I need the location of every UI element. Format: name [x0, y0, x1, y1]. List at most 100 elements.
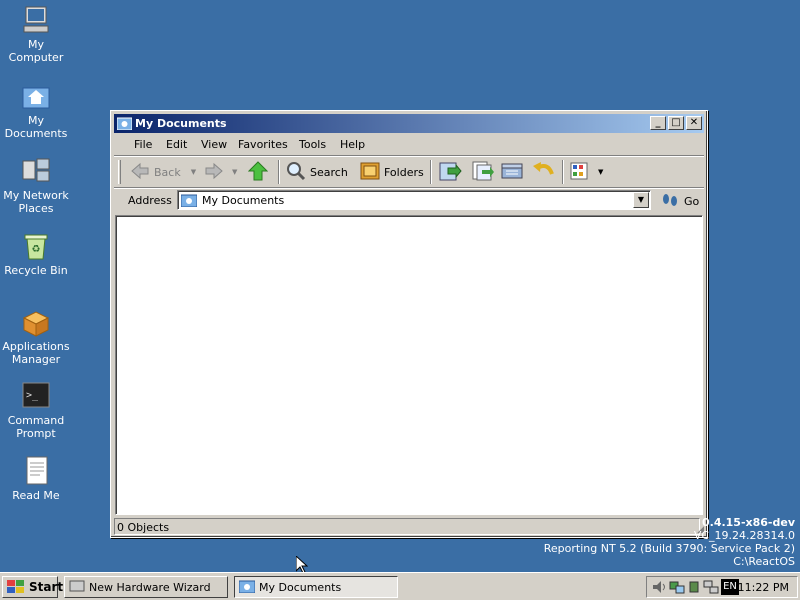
- desktop-icon-label: Recycle Bin: [4, 264, 68, 277]
- toolbar-separator: [278, 160, 280, 184]
- minimize-button[interactable]: _: [650, 116, 666, 130]
- menu-favorites[interactable]: Favorites: [238, 138, 288, 151]
- package-icon: [20, 306, 52, 338]
- task-label: New Hardware Wizard: [89, 580, 211, 594]
- move-to-icon: [438, 160, 462, 185]
- delete-button[interactable]: [500, 161, 524, 183]
- network-icon: [20, 155, 52, 187]
- folders-button[interactable]: Folders: [360, 161, 424, 183]
- go-button[interactable]: Go: [660, 191, 699, 211]
- folder-icon: [238, 579, 256, 596]
- back-arrow-icon: [130, 162, 150, 183]
- desktop-icon-label: My Network Places: [3, 189, 69, 215]
- up-folder-button[interactable]: [247, 160, 269, 184]
- go-label: Go: [684, 194, 700, 208]
- taskbar: Start New Hardware Wizard My Documents E…: [0, 572, 800, 600]
- version-line-3: Reporting NT 5.2 (Build 3790: Service Pa…: [543, 542, 795, 555]
- desktop-icon-network-places[interactable]: My Network Places: [0, 155, 72, 215]
- copy-to-icon: [470, 160, 494, 185]
- close-button[interactable]: ✕: [686, 116, 702, 130]
- desktop-icon-read-me[interactable]: Read Me: [0, 455, 72, 502]
- chevron-down-icon[interactable]: ▼: [232, 168, 237, 176]
- desktop-icon-label: My Documents: [4, 114, 68, 140]
- desktop-icon-applications-manager[interactable]: Applications Manager: [0, 306, 72, 366]
- desktop-icon-label: Applications Manager: [2, 340, 70, 366]
- search-label: Search: [310, 165, 348, 179]
- views-button[interactable]: ▼: [570, 161, 603, 183]
- file-list-pane[interactable]: [115, 215, 703, 515]
- menu-bar: File Edit View Favorites Tools Help: [114, 135, 704, 155]
- version-line-1: 0.4.15-x86-dev: [701, 516, 795, 529]
- menu-edit[interactable]: Edit: [166, 138, 187, 151]
- status-bar: 0 Objects ◢: [114, 517, 704, 535]
- up-arrow-icon: [247, 160, 269, 184]
- recycle-bin-icon: ♻: [20, 230, 52, 262]
- clock[interactable]: 11:22 PM: [738, 581, 789, 594]
- task-label: My Documents: [259, 580, 342, 594]
- copy-to-button[interactable]: [470, 161, 494, 183]
- back-button[interactable]: Back ▼: [130, 161, 196, 183]
- address-bar: Address My Documents ▼ Go: [114, 189, 704, 213]
- chevron-down-icon[interactable]: ▼: [191, 168, 196, 176]
- network-status-icon[interactable]: [669, 579, 685, 598]
- version-line-4: C:\ReactOS: [733, 555, 795, 568]
- start-button[interactable]: Start: [2, 576, 63, 598]
- start-logo-icon: [6, 578, 26, 597]
- close-icon: ✕: [689, 117, 699, 128]
- folders-label: Folders: [384, 165, 424, 179]
- desktop-icon-command-prompt[interactable]: >_ Command Prompt: [0, 380, 72, 440]
- status-text: 0 Objects: [114, 518, 700, 535]
- desktop-icon-label: My Computer: [8, 38, 64, 64]
- undo-icon: [532, 160, 556, 185]
- delete-icon: [500, 160, 524, 185]
- terminal-icon: >_: [20, 380, 52, 412]
- menu-tools[interactable]: Tools: [299, 138, 326, 151]
- toolbar-grip[interactable]: [118, 160, 121, 184]
- version-line-2: VC_19.24.28314.0: [693, 529, 795, 542]
- chevron-down-icon: ▼: [637, 195, 645, 204]
- desktop-icon-label: Command Prompt: [7, 414, 65, 440]
- maximize-button[interactable]: □: [668, 116, 684, 130]
- desktop-icon-recycle-bin[interactable]: ♻ Recycle Bin: [0, 230, 72, 277]
- volume-icon[interactable]: [651, 579, 667, 598]
- toolbar-separator: [430, 160, 432, 184]
- folders-icon: [360, 161, 380, 184]
- document-icon: [20, 455, 52, 487]
- svg-text:>_: >_: [26, 390, 39, 401]
- address-value: My Documents: [202, 194, 285, 207]
- toolbar-separator: [562, 160, 564, 184]
- maximize-icon: □: [671, 117, 681, 128]
- language-indicator[interactable]: EN: [721, 579, 739, 595]
- title-bar[interactable]: My Documents _ □ ✕: [114, 114, 704, 133]
- desktop-icon-my-computer[interactable]: My Computer: [0, 4, 72, 64]
- documents-folder-icon: [20, 80, 52, 112]
- back-label: Back: [154, 165, 181, 179]
- move-to-button[interactable]: [438, 161, 462, 183]
- forward-arrow-icon: [204, 162, 224, 183]
- start-label: Start: [29, 580, 64, 594]
- computer-icon: [20, 4, 52, 36]
- menu-help[interactable]: Help: [340, 138, 365, 151]
- search-icon: [286, 161, 306, 184]
- menu-view[interactable]: View: [201, 138, 227, 151]
- undo-button[interactable]: [532, 161, 556, 183]
- menu-file[interactable]: File: [134, 138, 152, 151]
- address-label: Address: [128, 194, 172, 207]
- address-dropdown-button[interactable]: ▼: [633, 192, 649, 208]
- forward-button[interactable]: ▼: [204, 161, 237, 183]
- desktop-icon-my-documents[interactable]: My Documents: [0, 80, 72, 140]
- go-footsteps-icon: [660, 191, 680, 212]
- system-tray: EN 11:22 PM: [646, 576, 798, 598]
- chevron-down-icon[interactable]: ▼: [598, 168, 603, 176]
- address-input[interactable]: My Documents ▼: [177, 190, 651, 210]
- window-title: My Documents: [135, 117, 227, 130]
- hardware-icon: [69, 579, 85, 596]
- network-computers-icon[interactable]: [703, 579, 719, 598]
- folder-icon: [180, 193, 198, 208]
- task-new-hardware-wizard[interactable]: New Hardware Wizard: [64, 576, 228, 598]
- task-my-documents[interactable]: My Documents: [234, 576, 398, 598]
- safely-remove-hardware-icon[interactable]: [687, 579, 701, 598]
- search-button[interactable]: Search: [286, 161, 348, 183]
- svg-text:♻: ♻: [32, 244, 41, 255]
- explorer-window: My Documents _ □ ✕ File Edit View Favori…: [110, 110, 708, 538]
